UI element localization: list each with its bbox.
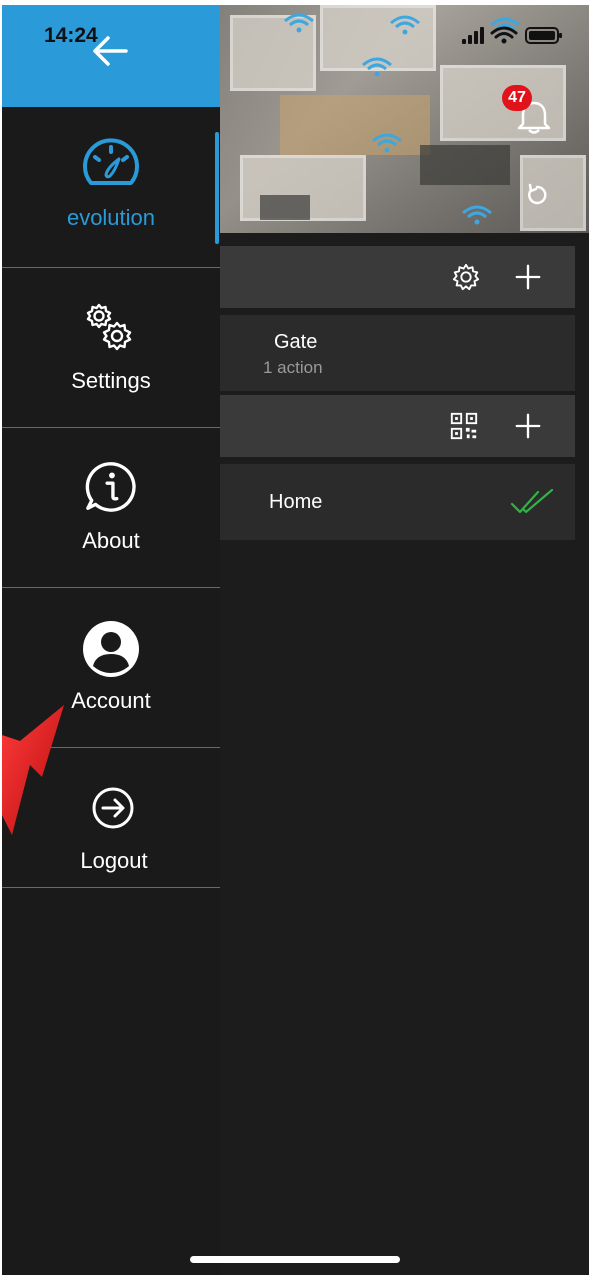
status-icons — [462, 25, 564, 45]
drawer-item-label: Settings — [71, 368, 151, 393]
drawer-item-label: About — [82, 528, 140, 553]
refresh-icon[interactable] — [524, 182, 550, 208]
scroll-indicator — [215, 132, 219, 244]
home-indicator — [190, 1256, 400, 1263]
drawer-item-label: Logout — [80, 848, 148, 873]
add-home-button[interactable] — [512, 410, 544, 442]
wifi-icon — [490, 26, 518, 44]
home-list-item[interactable]: Home — [220, 464, 575, 540]
gate-list-item[interactable]: Gate 1 action — [220, 315, 575, 391]
gate-toolbar — [220, 246, 575, 308]
drawer-item-evolution[interactable]: evolution — [2, 107, 220, 267]
battery-icon — [525, 27, 562, 44]
info-icon — [2, 460, 220, 514]
gate-title: Gate — [274, 331, 318, 353]
signal-icon — [462, 27, 484, 44]
qr-code-icon[interactable] — [448, 410, 480, 442]
app-frame: 47 Gate 1 action Home evolution Settings… — [2, 5, 589, 1275]
gear-icon[interactable] — [450, 261, 482, 293]
gate-subtitle: 1 action — [263, 358, 323, 377]
add-gate-button[interactable] — [512, 261, 544, 293]
divider — [2, 887, 220, 888]
home-title: Home — [269, 491, 323, 513]
home-toolbar — [220, 395, 575, 457]
main-content: 47 Gate 1 action Home — [220, 5, 589, 1275]
navigation-drawer: evolution Settings About Account Logout — [2, 5, 220, 1275]
speedometer-icon — [2, 135, 220, 189]
status-time: 14:24 — [44, 24, 98, 47]
gears-icon — [2, 298, 220, 358]
user-icon — [2, 620, 220, 678]
plus-icon — [515, 413, 541, 439]
notification-badge: 47 — [502, 85, 532, 111]
plus-icon — [515, 264, 541, 290]
double-check-icon — [510, 488, 554, 516]
tutorial-pointer-arrow — [2, 705, 72, 845]
drawer-item-settings[interactable]: Settings — [2, 268, 220, 428]
drawer-item-label: evolution — [66, 205, 156, 230]
drawer-item-about[interactable]: About — [2, 428, 220, 588]
